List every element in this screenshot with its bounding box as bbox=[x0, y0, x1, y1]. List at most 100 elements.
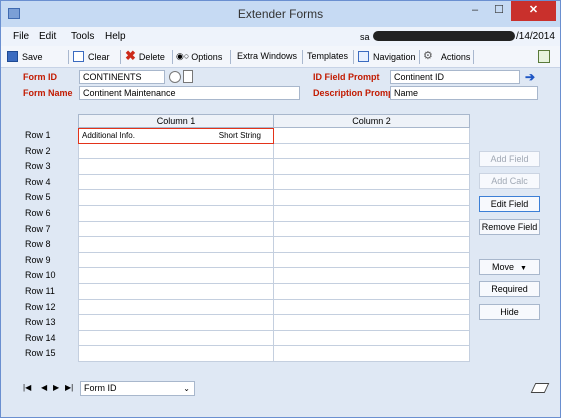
templates-button[interactable]: Templates bbox=[307, 51, 348, 61]
delete-icon: ✖ bbox=[125, 48, 136, 63]
grid-cell-column-2[interactable] bbox=[274, 346, 470, 362]
grid-cell-column-1[interactable] bbox=[78, 330, 274, 347]
grid-cell-column-1[interactable] bbox=[78, 159, 274, 175]
clear-button[interactable]: Clear bbox=[73, 51, 110, 62]
options-button[interactable]: ◉○ Options bbox=[176, 51, 222, 62]
table-row: Row 8 bbox=[23, 237, 470, 253]
maximize-button[interactable]: ☐ bbox=[487, 1, 511, 21]
grid-cell-column-2[interactable] bbox=[274, 284, 470, 300]
extra-windows-button[interactable]: Extra Windows bbox=[237, 51, 297, 61]
clear-icon bbox=[73, 51, 84, 62]
required-button[interactable]: Required bbox=[479, 281, 540, 297]
print-icon[interactable] bbox=[538, 50, 550, 63]
add-field-button[interactable]: Add Field bbox=[479, 151, 540, 167]
add-calc-button[interactable]: Add Calc bbox=[479, 173, 540, 189]
grid-cell-column-2[interactable] bbox=[274, 206, 470, 222]
toolbar-separator bbox=[353, 50, 354, 64]
grid-cell-column-2[interactable] bbox=[274, 237, 470, 253]
grid-cell-column-2[interactable] bbox=[274, 128, 470, 144]
grid-cell-column-2[interactable] bbox=[274, 299, 470, 316]
grid-cell-column-1[interactable]: Additional Info. Short String bbox=[78, 128, 274, 144]
table-row: Row 5 bbox=[23, 190, 470, 206]
table-row: Row 12 bbox=[23, 299, 470, 316]
last-record-button[interactable]: ▶| bbox=[65, 383, 73, 392]
grid-cell-column-1[interactable] bbox=[78, 315, 274, 331]
id-field-prompt-field[interactable]: Continent ID bbox=[390, 70, 520, 84]
grid-cell-column-2[interactable] bbox=[274, 315, 470, 331]
close-button[interactable]: ✕ bbox=[511, 1, 556, 21]
row-label: Row 5 bbox=[25, 192, 51, 203]
previous-record-button[interactable]: ◀ bbox=[41, 383, 47, 392]
id-field-prompt-label: ID Field Prompt bbox=[313, 72, 380, 82]
grid-cell-column-2[interactable] bbox=[274, 174, 470, 191]
next-record-button[interactable]: ▶ bbox=[53, 383, 59, 392]
field-name: Additional Info. bbox=[82, 131, 135, 140]
toolbar-separator bbox=[419, 50, 420, 64]
form-name-label: Form Name bbox=[23, 88, 73, 98]
grid-cell-column-1[interactable] bbox=[78, 143, 274, 160]
row-label: Row 15 bbox=[25, 348, 56, 359]
grid-cell-column-2[interactable] bbox=[274, 252, 470, 269]
grid-cell-column-1[interactable] bbox=[78, 252, 274, 269]
row-label: Row 10 bbox=[25, 270, 56, 281]
grid-cell-column-1[interactable] bbox=[78, 174, 274, 191]
lookup-icon[interactable] bbox=[169, 71, 181, 83]
grid-cell-column-1[interactable] bbox=[78, 221, 274, 238]
grid-cell-column-1[interactable] bbox=[78, 190, 274, 206]
column-header: Column 2 bbox=[274, 114, 470, 128]
move-button[interactable]: Move ▼ bbox=[479, 259, 540, 275]
user-date: /14/2014 bbox=[516, 31, 555, 42]
remove-field-button[interactable]: Remove Field bbox=[479, 219, 540, 235]
toolbar-separator bbox=[120, 50, 121, 64]
save-button[interactable]: Save bbox=[7, 51, 43, 62]
first-record-button[interactable]: |◀ bbox=[23, 383, 31, 392]
minimize-button[interactable]: – bbox=[463, 1, 487, 21]
description-prompt-label: Description Prompt bbox=[313, 88, 397, 98]
table-row: Row 11 bbox=[23, 284, 470, 300]
chevron-down-icon: ⌄ bbox=[183, 384, 190, 393]
grid-cell-column-2[interactable] bbox=[274, 221, 470, 238]
hide-button[interactable]: Hide bbox=[479, 304, 540, 320]
navigation-button[interactable]: Navigation bbox=[358, 51, 416, 62]
grid-cell-column-2[interactable] bbox=[274, 268, 470, 284]
grid-cell-column-1[interactable] bbox=[78, 346, 274, 362]
grid-cell-column-1[interactable] bbox=[78, 268, 274, 284]
grid-cell-column-1[interactable] bbox=[78, 284, 274, 300]
menu-file[interactable]: File bbox=[13, 31, 29, 42]
grid-cell-column-2[interactable] bbox=[274, 330, 470, 347]
sort-by-select[interactable]: Form ID ⌄ bbox=[80, 381, 195, 396]
grid-cell-column-1[interactable] bbox=[78, 206, 274, 222]
table-row: Row 4 bbox=[23, 174, 470, 191]
grid-cell-column-2[interactable] bbox=[274, 190, 470, 206]
arrow-right-icon[interactable]: ➔ bbox=[523, 71, 537, 85]
field-type: Short String bbox=[218, 131, 261, 140]
menu-tools[interactable]: Tools bbox=[71, 31, 94, 42]
clear-label: Clear bbox=[88, 51, 110, 62]
redacted-company-bar bbox=[373, 31, 515, 41]
form-name-field[interactable]: Continent Maintenance bbox=[79, 86, 300, 100]
form-id-field[interactable]: CONTINENTS bbox=[79, 70, 165, 84]
sort-by-value: Form ID bbox=[84, 383, 117, 393]
grid-cell-column-1[interactable] bbox=[78, 237, 274, 253]
toolbar: Save Clear ✖ Delete ◉○ Options Extra Win… bbox=[1, 46, 560, 68]
move-label: Move bbox=[492, 262, 515, 272]
grid-cell-column-2[interactable] bbox=[274, 143, 470, 160]
eraser-icon[interactable] bbox=[530, 383, 550, 393]
toolbar-separator bbox=[230, 50, 231, 64]
row-label: Row 9 bbox=[25, 254, 51, 265]
edit-field-button[interactable]: Edit Field bbox=[479, 196, 540, 212]
menu-edit[interactable]: Edit bbox=[39, 31, 56, 42]
menu-help[interactable]: Help bbox=[105, 31, 126, 42]
table-row: Row 1 Additional Info. Short String bbox=[23, 128, 470, 144]
grid-cell-column-1[interactable] bbox=[78, 299, 274, 316]
table-row: Row 7 bbox=[23, 221, 470, 238]
row-label: Row 6 bbox=[25, 208, 51, 218]
actions-button[interactable]: ⚙ Actions bbox=[423, 51, 470, 62]
note-icon[interactable] bbox=[183, 70, 193, 83]
grid-cell-column-2[interactable] bbox=[274, 159, 470, 175]
row-label: Row 8 bbox=[25, 239, 51, 250]
delete-button[interactable]: ✖ Delete bbox=[125, 48, 165, 63]
table-row: Row 10 bbox=[23, 268, 470, 284]
table-row: Row 6 bbox=[23, 206, 470, 222]
description-prompt-field[interactable]: Name bbox=[390, 86, 538, 100]
